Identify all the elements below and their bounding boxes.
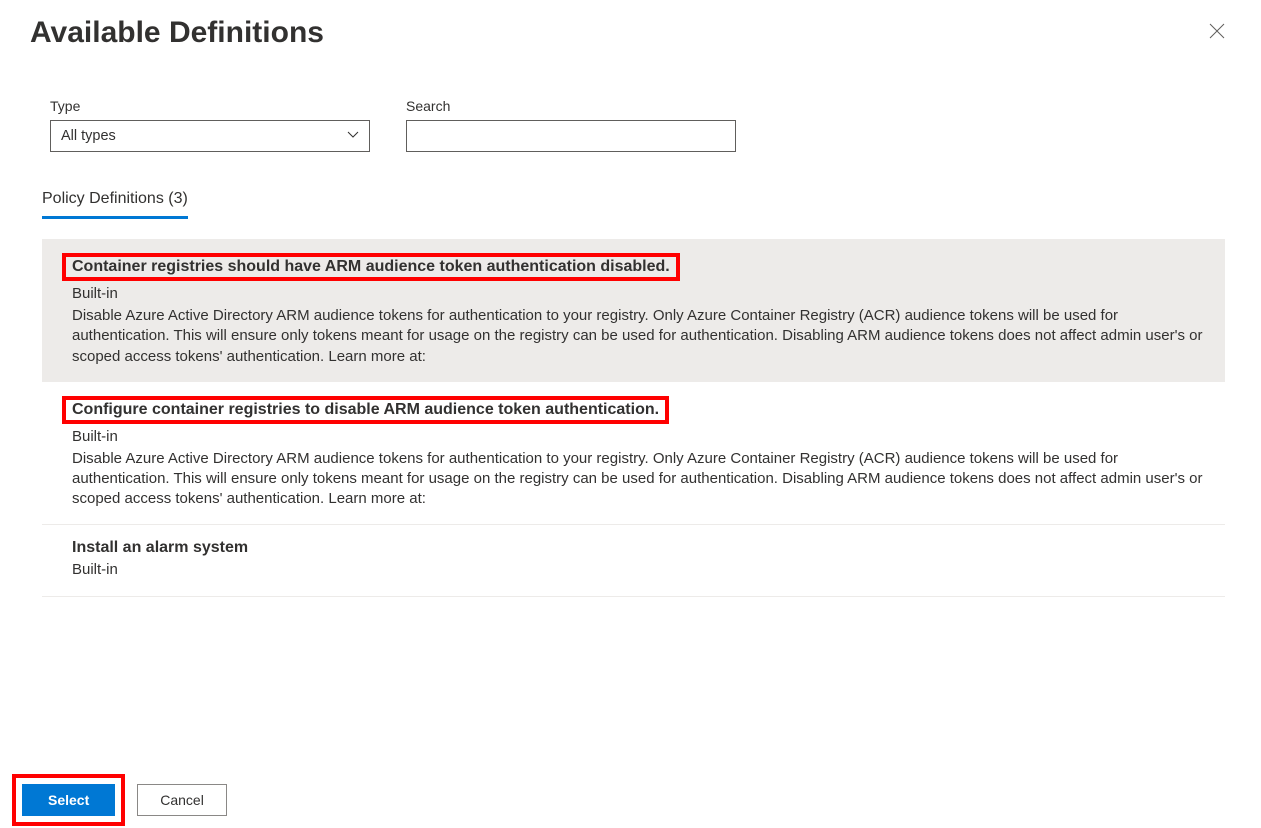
policy-item[interactable]: Configure container registries to disabl… <box>42 382 1225 525</box>
tab-row: Policy Definitions (3) <box>0 172 1261 219</box>
select-button[interactable]: Select <box>22 784 115 816</box>
policy-type: Built-in <box>72 285 1211 302</box>
policy-item[interactable]: Container registries should have ARM aud… <box>42 239 1225 382</box>
search-filter-group: Search <box>406 98 736 152</box>
policy-description: Disable Azure Active Directory ARM audie… <box>72 449 1211 510</box>
policy-list[interactable]: Container registries should have ARM aud… <box>42 239 1225 699</box>
policy-title: Install an alarm system <box>72 539 1211 557</box>
type-filter-group: Type All types <box>50 98 370 152</box>
filter-row: Type All types Search <box>0 58 1261 172</box>
policy-item[interactable]: Install an alarm system Built-in <box>42 525 1225 597</box>
search-input[interactable] <box>406 120 736 152</box>
chevron-down-icon <box>347 129 359 144</box>
highlight-box: Container registries should have ARM aud… <box>62 253 680 281</box>
highlight-box: Select <box>12 774 125 826</box>
policy-title: Container registries should have ARM aud… <box>72 253 1211 281</box>
cancel-button[interactable]: Cancel <box>137 784 227 816</box>
policy-type: Built-in <box>72 561 1211 578</box>
footer-actions: Select Cancel <box>0 774 227 828</box>
close-icon[interactable] <box>1203 17 1231 50</box>
type-label: Type <box>50 98 370 114</box>
type-select[interactable]: All types <box>50 120 370 152</box>
type-select-value: All types <box>61 128 116 144</box>
policy-type: Built-in <box>72 428 1211 445</box>
tab-policy-definitions[interactable]: Policy Definitions (3) <box>42 190 188 219</box>
policy-title: Configure container registries to disabl… <box>72 396 1211 424</box>
policy-description: Disable Azure Active Directory ARM audie… <box>72 306 1211 367</box>
search-label: Search <box>406 98 736 114</box>
panel-header: Available Definitions <box>0 0 1261 58</box>
page-title: Available Definitions <box>30 16 324 50</box>
highlight-box: Configure container registries to disabl… <box>62 396 669 424</box>
